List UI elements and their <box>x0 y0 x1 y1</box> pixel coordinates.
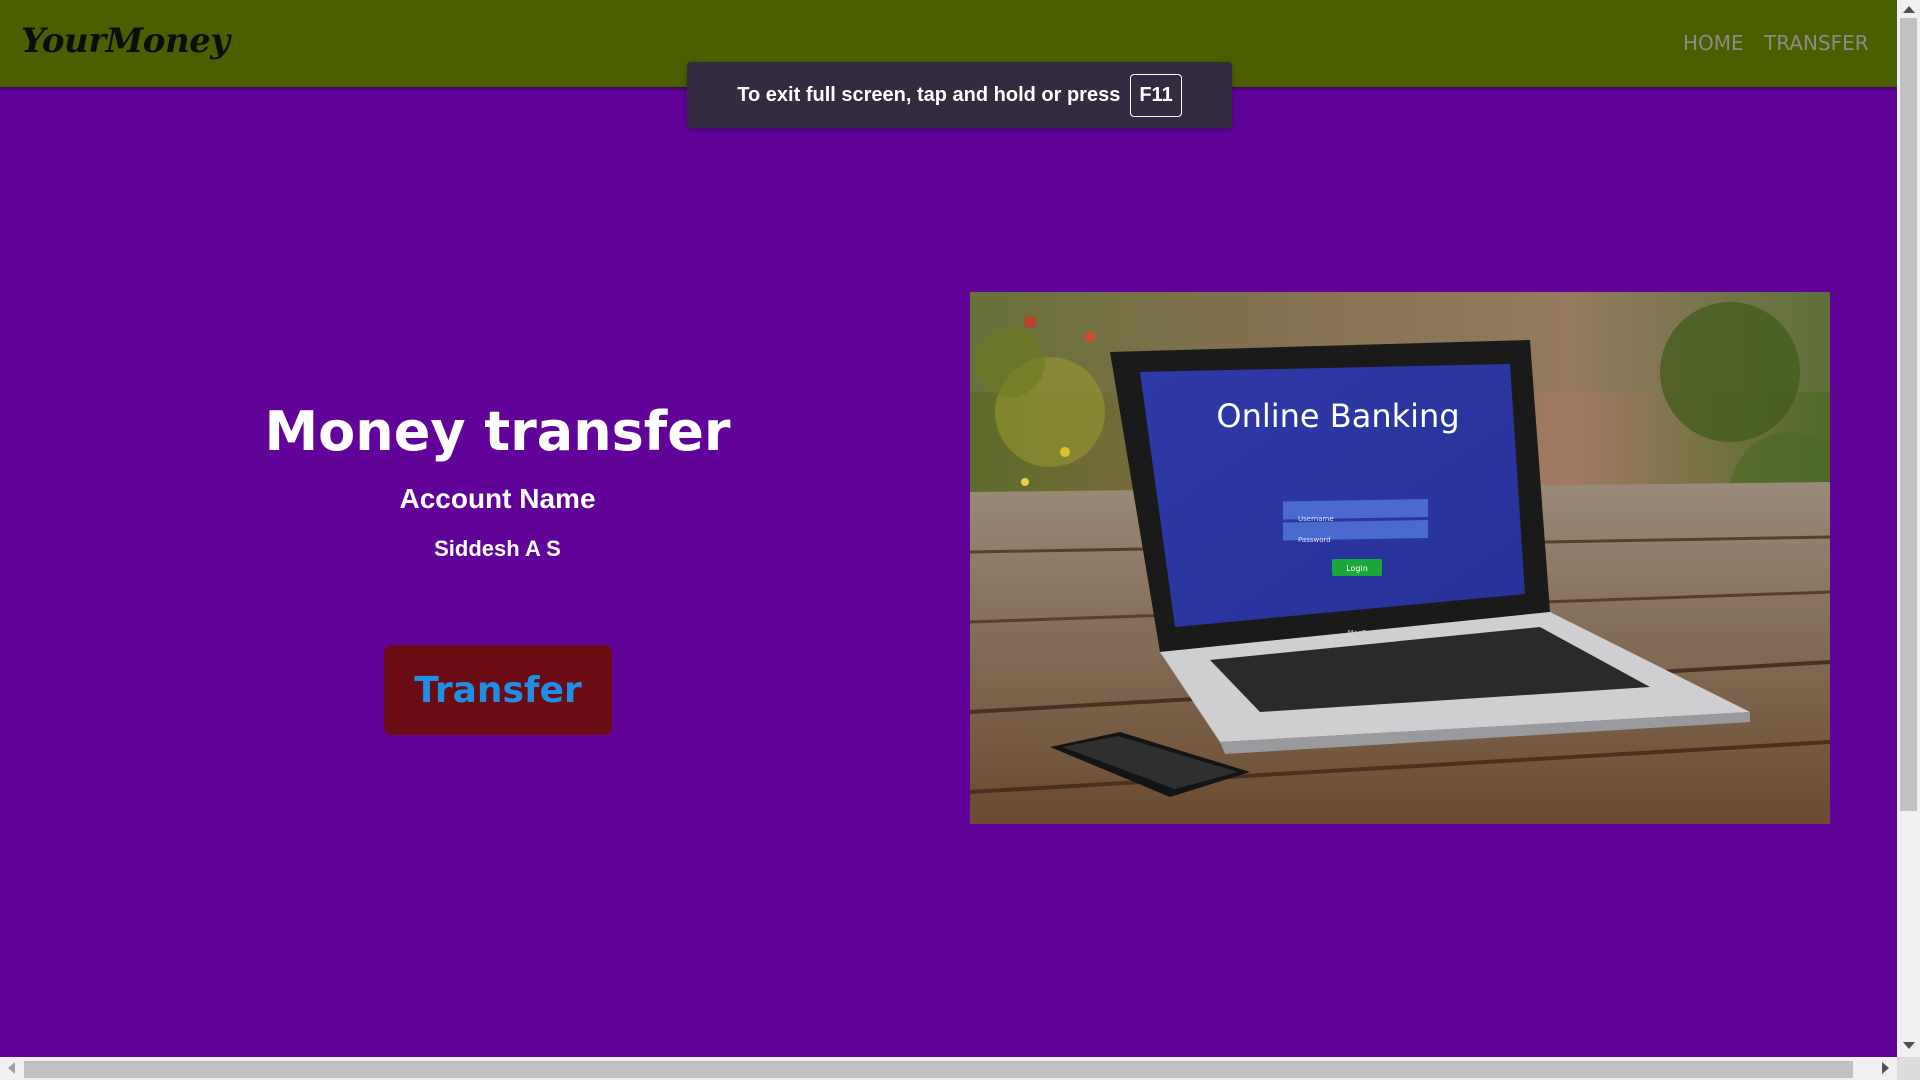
hero-laptop-image: Online Banking Username Password Login M… <box>970 292 1830 824</box>
vertical-scrollbar-thumb[interactable] <box>1900 18 1917 811</box>
laptop-screen-title: Online Banking <box>1216 397 1459 435</box>
brand-logo[interactable]: YourMoney <box>21 21 230 61</box>
laptop-username-placeholder: Username <box>1298 515 1334 523</box>
laptop-password-placeholder: Password <box>1298 536 1331 544</box>
laptop-model-label: MacBook Pro <box>1348 629 1393 637</box>
scroll-up-arrow-icon[interactable] <box>1903 6 1915 13</box>
account-name-label: Account Name <box>399 483 596 514</box>
scrollbar-corner <box>1897 1057 1920 1080</box>
online-banking-laptop-photo: Online Banking Username Password Login M… <box>970 292 1830 824</box>
nav-link-home[interactable]: HOME <box>1683 31 1744 55</box>
fullscreen-exit-notice: To exit full screen, tap and hold or pre… <box>687 62 1232 128</box>
nav-link-transfer[interactable]: TRANSFER <box>1764 31 1869 55</box>
horizontal-scrollbar-thumb[interactable] <box>24 1061 1853 1078</box>
scroll-left-arrow-icon[interactable] <box>8 1062 15 1074</box>
scroll-down-arrow-icon[interactable] <box>1903 1042 1915 1049</box>
scroll-right-arrow-icon[interactable] <box>1882 1062 1889 1074</box>
f11-key-badge: F11 <box>1130 73 1182 117</box>
page-title: Money transfer <box>264 400 731 463</box>
transfer-button[interactable]: Transfer <box>384 645 612 735</box>
hero-text-block: Money transfer Account Name Siddesh A S <box>250 390 745 562</box>
fullscreen-notice-text: To exit full screen, tap and hold or pre… <box>737 83 1121 106</box>
account-name-value: Siddesh A S <box>434 536 561 561</box>
laptop-login-label: Login <box>1346 564 1368 573</box>
